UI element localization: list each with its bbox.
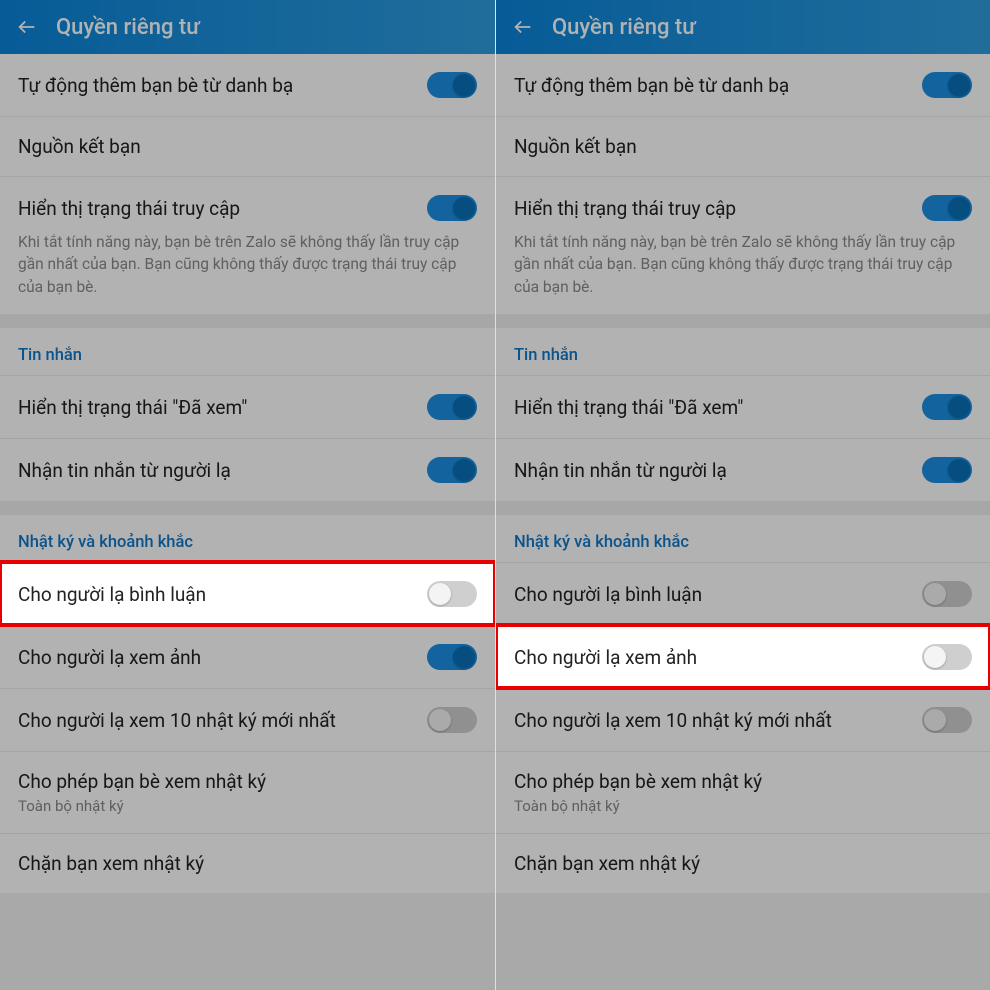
- label-stranger-msg: Nhận tin nhắn từ người lạ: [514, 459, 727, 482]
- toggle-seen-status[interactable]: [427, 394, 477, 420]
- row-show-access[interactable]: Hiển thị trạng thái truy cập: [0, 176, 495, 227]
- toggle-stranger-photo[interactable]: [427, 644, 477, 670]
- header-bar: Quyền riêng tư: [0, 0, 495, 54]
- label-stranger-comment: Cho người lạ bình luận: [514, 583, 702, 606]
- label-friends-diary-sub: Toàn bộ nhật ký: [18, 797, 124, 815]
- toggle-stranger-msg[interactable]: [427, 457, 477, 483]
- label-friends-diary-sub: Toàn bộ nhật ký: [514, 797, 620, 815]
- header-title: Quyền riêng tư: [552, 15, 696, 40]
- label-friends-diary: Cho phép bạn bè xem nhật ký: [18, 770, 266, 793]
- toggle-stranger-msg[interactable]: [922, 457, 972, 483]
- row-friends-diary[interactable]: Cho phép bạn bè xem nhật ký Toàn bộ nhật…: [0, 751, 495, 833]
- row-block-diary[interactable]: Chặn bạn xem nhật ký: [0, 833, 495, 893]
- section-diary: Nhật ký và khoảnh khắc: [496, 515, 990, 562]
- row-stranger-msg[interactable]: Nhận tin nhắn từ người lạ: [0, 438, 495, 501]
- label-friends-diary: Cho phép bạn bè xem nhật ký: [514, 770, 762, 793]
- row-stranger-photo[interactable]: Cho người lạ xem ảnh: [0, 625, 495, 688]
- label-auto-add: Tự động thêm bạn bè từ danh bạ: [514, 74, 789, 97]
- row-seen-status[interactable]: Hiển thị trạng thái "Đã xem": [0, 375, 495, 438]
- row-friends-diary[interactable]: Cho phép bạn bè xem nhật ký Toàn bộ nhật…: [496, 751, 990, 833]
- row-stranger-10[interactable]: Cho người lạ xem 10 nhật ký mới nhất: [0, 688, 495, 751]
- toggle-show-access[interactable]: [922, 195, 972, 221]
- row-show-access[interactable]: Hiển thị trạng thái truy cập: [496, 176, 990, 227]
- access-description: Khi tắt tính năng này, bạn bè trên Zalo …: [496, 227, 990, 314]
- right-pane: Quyền riêng tư Tự động thêm bạn bè từ da…: [495, 0, 990, 990]
- label-stranger-10: Cho người lạ xem 10 nhật ký mới nhất: [18, 709, 336, 732]
- label-friend-source: Nguồn kết bạn: [514, 135, 637, 158]
- row-stranger-10[interactable]: Cho người lạ xem 10 nhật ký mới nhất: [496, 688, 990, 751]
- label-auto-add: Tự động thêm bạn bè từ danh bạ: [18, 74, 293, 97]
- toggle-stranger-10[interactable]: [427, 707, 477, 733]
- label-seen-status: Hiển thị trạng thái "Đã xem": [18, 396, 247, 419]
- row-auto-add[interactable]: Tự động thêm bạn bè từ danh bạ: [0, 54, 495, 116]
- header-title: Quyền riêng tư: [56, 15, 200, 40]
- label-friend-source: Nguồn kết bạn: [18, 135, 141, 158]
- section-messages: Tin nhắn: [496, 328, 990, 375]
- label-block-diary: Chặn bạn xem nhật ký: [514, 852, 700, 875]
- row-auto-add[interactable]: Tự động thêm bạn bè từ danh bạ: [496, 54, 990, 116]
- row-seen-status[interactable]: Hiển thị trạng thái "Đã xem": [496, 375, 990, 438]
- toggle-show-access[interactable]: [427, 195, 477, 221]
- label-show-access: Hiển thị trạng thái truy cập: [18, 197, 240, 220]
- toggle-auto-add[interactable]: [922, 72, 972, 98]
- back-icon[interactable]: [16, 16, 38, 38]
- label-block-diary: Chặn bạn xem nhật ký: [18, 852, 204, 875]
- toggle-seen-status[interactable]: [922, 394, 972, 420]
- left-pane: Quyền riêng tư Tự động thêm bạn bè từ da…: [0, 0, 495, 990]
- row-stranger-comment[interactable]: Cho người lạ bình luận: [0, 562, 495, 625]
- row-friend-source[interactable]: Nguồn kết bạn: [496, 116, 990, 176]
- label-stranger-comment: Cho người lạ bình luận: [18, 583, 206, 606]
- access-description: Khi tắt tính năng này, bạn bè trên Zalo …: [0, 227, 495, 314]
- row-block-diary[interactable]: Chặn bạn xem nhật ký: [496, 833, 990, 893]
- label-show-access: Hiển thị trạng thái truy cập: [514, 197, 736, 220]
- toggle-stranger-comment[interactable]: [427, 581, 477, 607]
- label-seen-status: Hiển thị trạng thái "Đã xem": [514, 396, 743, 419]
- label-stranger-photo: Cho người lạ xem ảnh: [18, 646, 201, 669]
- label-stranger-10: Cho người lạ xem 10 nhật ký mới nhất: [514, 709, 832, 732]
- label-stranger-photo: Cho người lạ xem ảnh: [514, 646, 697, 669]
- header-bar: Quyền riêng tư: [496, 0, 990, 54]
- toggle-auto-add[interactable]: [427, 72, 477, 98]
- row-friend-source[interactable]: Nguồn kết bạn: [0, 116, 495, 176]
- row-stranger-msg[interactable]: Nhận tin nhắn từ người lạ: [496, 438, 990, 501]
- label-stranger-msg: Nhận tin nhắn từ người lạ: [18, 459, 231, 482]
- toggle-stranger-photo[interactable]: [922, 644, 972, 670]
- toggle-stranger-comment[interactable]: [922, 581, 972, 607]
- row-stranger-photo[interactable]: Cho người lạ xem ảnh: [496, 625, 990, 688]
- toggle-stranger-10[interactable]: [922, 707, 972, 733]
- section-messages: Tin nhắn: [0, 328, 495, 375]
- section-diary: Nhật ký và khoảnh khắc: [0, 515, 495, 562]
- back-icon[interactable]: [512, 16, 534, 38]
- row-stranger-comment[interactable]: Cho người lạ bình luận: [496, 562, 990, 625]
